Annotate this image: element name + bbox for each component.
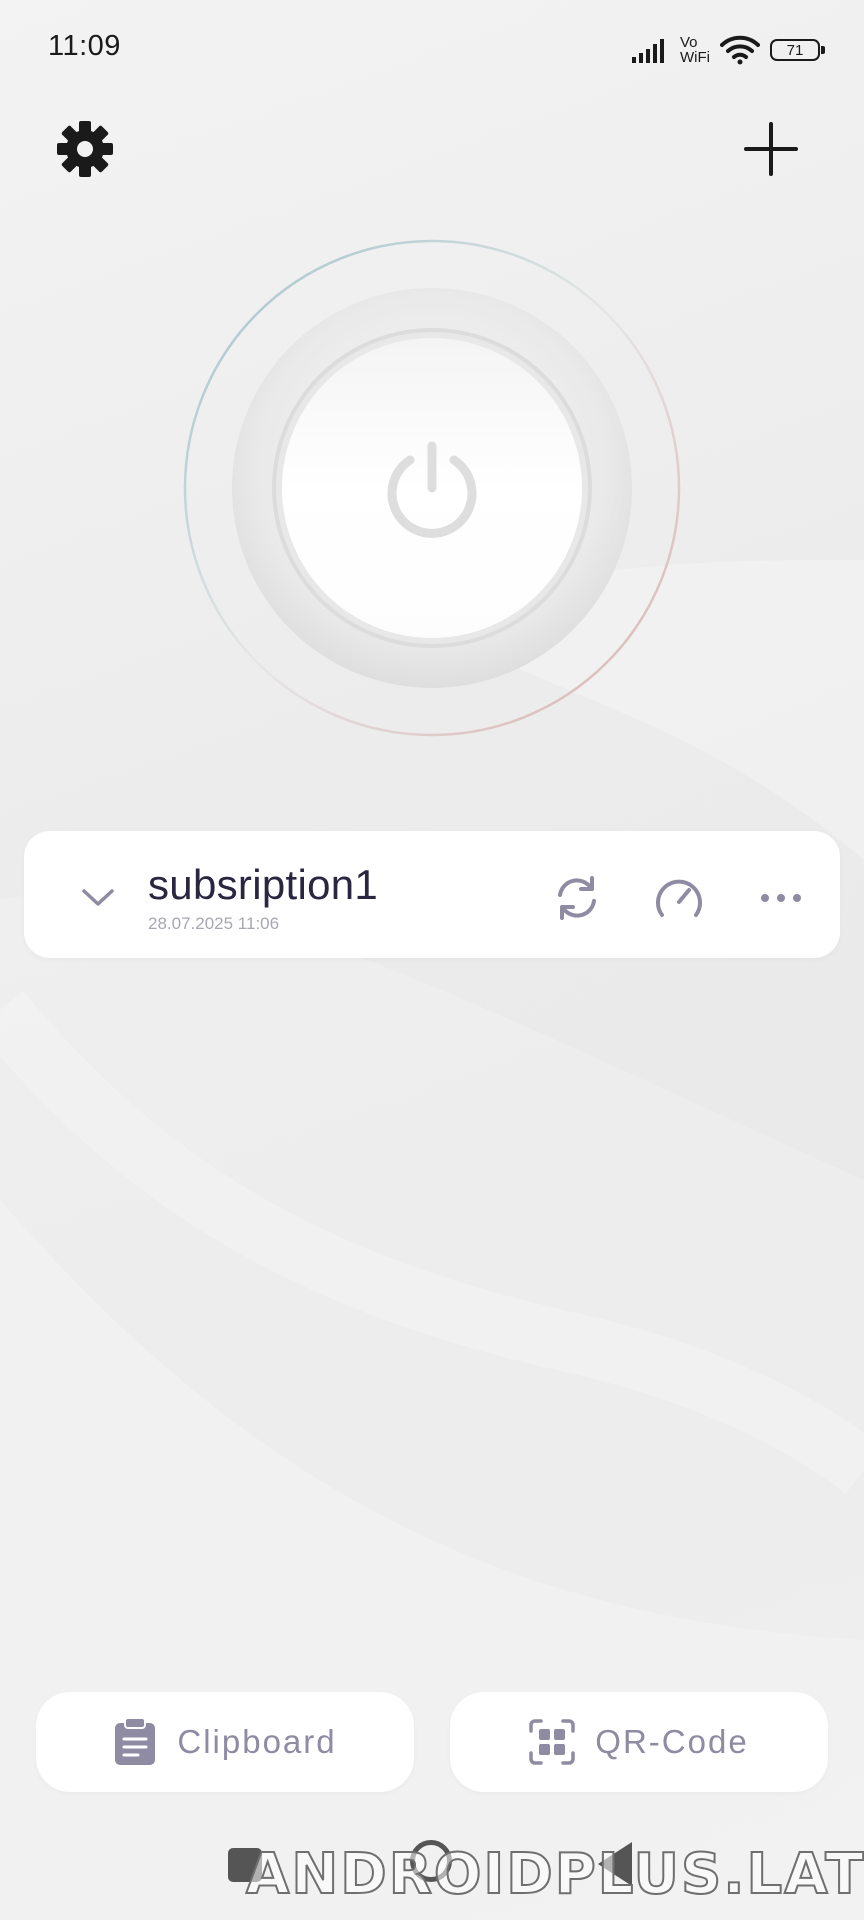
watermark: ANDROIDPLUS.LAT [245,1841,864,1908]
clipboard-button[interactable]: Clipboard [36,1692,414,1792]
status-icons: Vo WiFi 71 [632,30,825,70]
vowifi-line1: Vo [680,34,698,51]
more-horizontal-icon[interactable] [754,871,808,925]
qr-scan-icon [529,1719,576,1765]
chevron-down-icon[interactable] [74,873,122,921]
power-button[interactable] [182,238,682,738]
qr-code-label: QR-Code [595,1723,749,1760]
battery-level: 71 [786,41,804,59]
battery-indicator: 71 [770,39,825,61]
vowifi-label: Vo WiFi [680,35,710,65]
wifi-icon [720,35,760,65]
gear-icon[interactable] [52,116,118,182]
subscription-updated: 28.07.2025 11:06 [148,914,280,933]
refresh-icon[interactable] [550,871,604,925]
speedometer-icon[interactable] [652,871,706,925]
status-time: 11:09 [48,30,121,62]
subscription-card[interactable]: subsription1 28.07.2025 11:06 [24,831,840,958]
signal-icon [632,39,664,63]
clipboard-label: Clipboard [177,1723,337,1760]
vowifi-line2: WiFi [680,49,710,66]
clipboard-icon [115,1717,156,1765]
subscription-name: subsription1 [148,861,379,908]
plus-icon[interactable] [738,116,804,182]
qr-code-button[interactable]: QR-Code [450,1692,828,1792]
